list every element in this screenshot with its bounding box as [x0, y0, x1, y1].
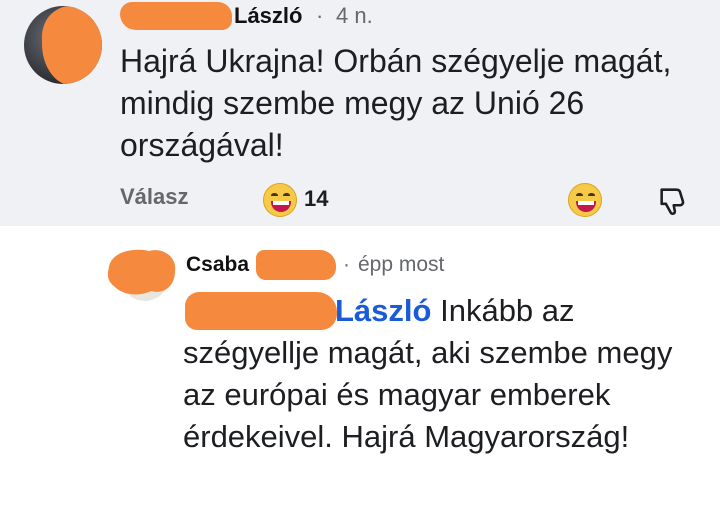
author-name[interactable]: Csaba — [186, 253, 249, 276]
redaction-mark — [256, 250, 336, 280]
redaction-mark — [42, 6, 102, 84]
laughing-face-icon[interactable] — [263, 183, 297, 217]
reply-button[interactable]: Válasz — [120, 184, 189, 210]
avatar[interactable] — [24, 6, 102, 84]
separator-dot: · — [343, 253, 350, 276]
redaction-mark — [120, 2, 232, 30]
laughing-face-icon[interactable] — [568, 183, 602, 217]
comment-text: Hajrá Ukrajna! Orbán szégyelje magát, mi… — [120, 43, 672, 163]
comment-card: László · 4 n. Hajrá Ukrajna! Orbán szégy… — [0, 0, 720, 226]
comment-timestamp: 4 n. — [336, 3, 373, 28]
separator-dot: · — [316, 3, 324, 28]
reaction-count[interactable]: 14 — [304, 186, 328, 212]
avatar[interactable] — [105, 245, 179, 301]
reply-timestamp: épp most — [358, 253, 445, 276]
thumbs-down-icon[interactable] — [656, 184, 690, 218]
author-name[interactable]: László — [234, 3, 302, 28]
redaction-mark — [185, 292, 337, 330]
reply-author[interactable]: Csaba — [186, 253, 249, 277]
